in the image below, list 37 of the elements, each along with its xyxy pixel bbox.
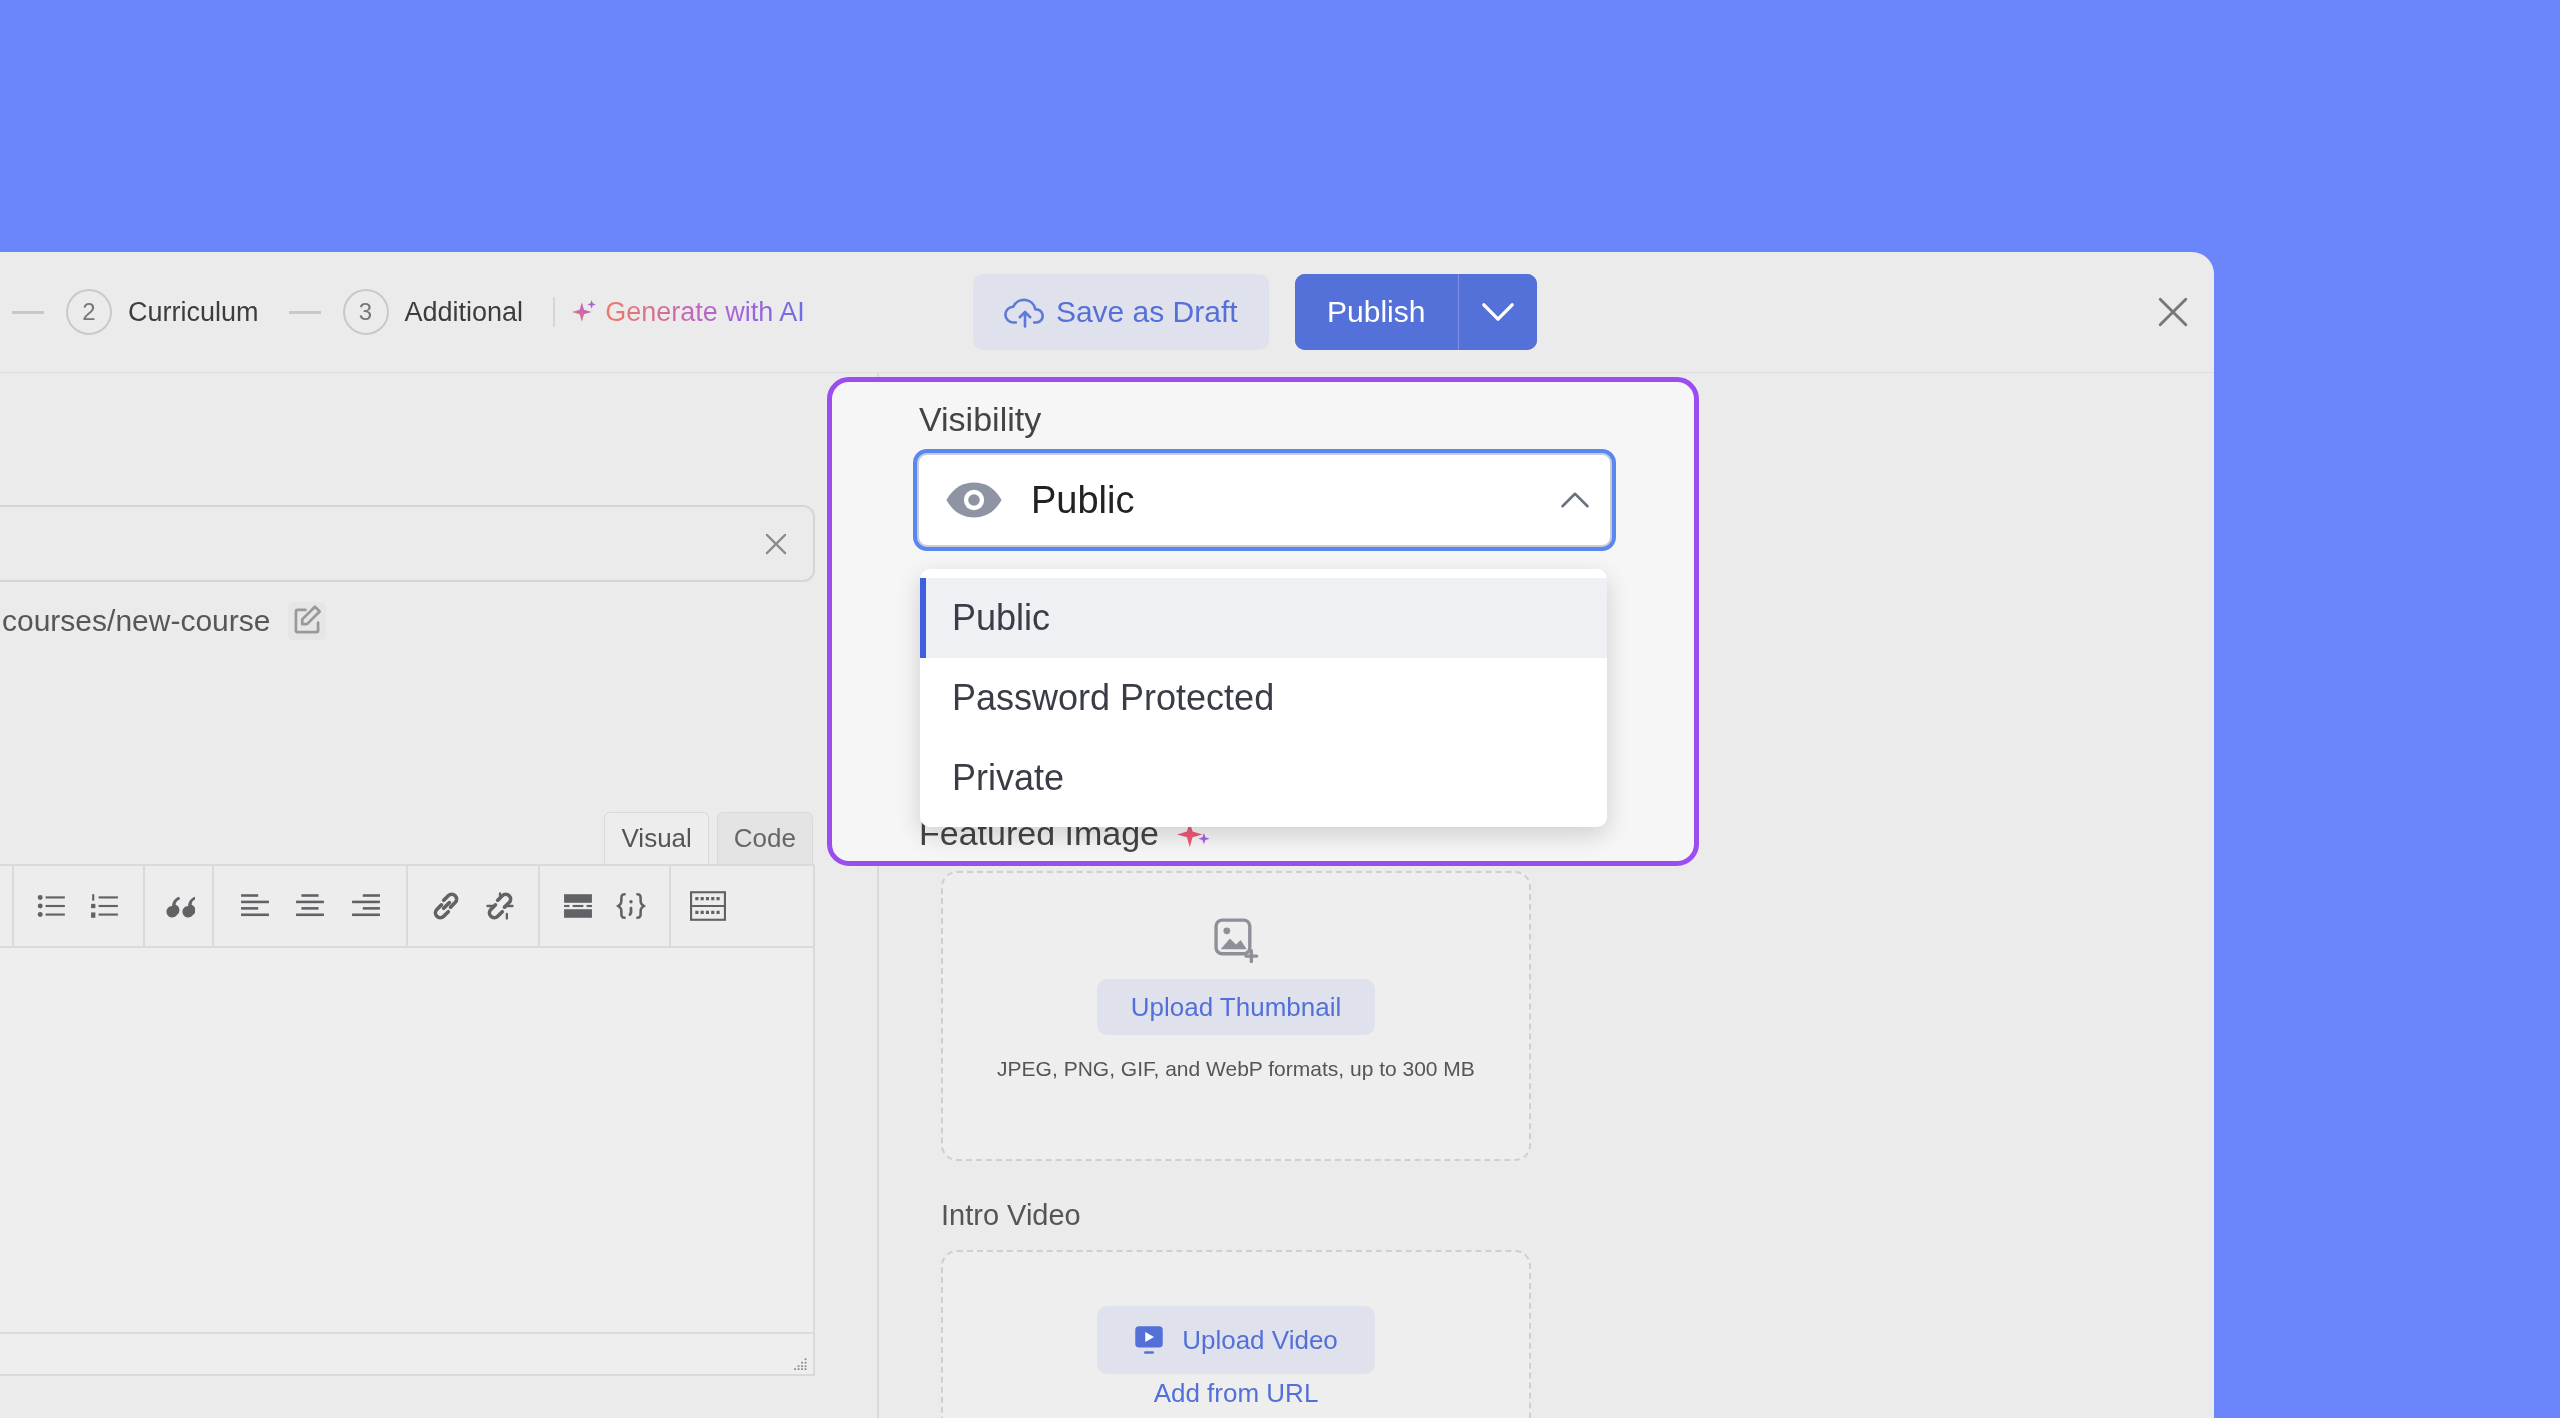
field-label: Intro Video <box>941 1199 1082 1232</box>
step-number: 3 <box>342 289 389 335</box>
chevron-up-icon <box>1560 491 1590 509</box>
field-label: Visibility <box>919 399 1043 440</box>
editor-tab[interactable]: Code <box>716 812 813 864</box>
align-left-icon[interactable] <box>239 893 270 919</box>
save-draft-button[interactable]: Save as Draft <box>972 274 1269 350</box>
close-icon[interactable] <box>2156 296 2189 328</box>
thumbnail-dropzone[interactable]: Upload Thumbnail JPEG, PNG, GIF, and WebP formats, up to 300 MB <box>941 871 1531 1161</box>
dropdown-option[interactable]: Public <box>920 578 1607 658</box>
step-label[interactable]: Curriculum <box>128 296 259 328</box>
format-hint: JPEG, PNG, GIF, and WebP formats, up to 300 MB <box>997 1057 1475 1081</box>
add-from-url-link[interactable]: Add from URL <box>1153 1378 1319 1409</box>
align-center-icon[interactable] <box>295 893 325 919</box>
bullet-list-icon[interactable] <box>37 893 67 919</box>
eye-icon <box>945 481 1003 519</box>
upload-thumbnail-button[interactable]: Upload Thumbnail <box>1097 979 1375 1035</box>
numbered-list-icon[interactable] <box>90 893 120 919</box>
video-icon <box>1134 1325 1165 1355</box>
chevron-down-icon <box>1480 302 1515 322</box>
dropdown-option[interactable]: Password Protected <box>920 658 1607 738</box>
unlink-icon[interactable] <box>484 890 516 922</box>
align-right-icon[interactable] <box>350 893 381 919</box>
dropdown-option[interactable]: Private <box>920 738 1607 818</box>
step-label[interactable]: Additional <box>404 296 524 328</box>
video-dropzone[interactable]: Upload Video Add from URL <box>941 1250 1531 1418</box>
resize-handle-icon[interactable] <box>793 1356 807 1370</box>
read-more-icon[interactable] <box>563 893 593 919</box>
code-braces-icon[interactable] <box>616 892 646 920</box>
image-add-icon <box>1213 917 1259 963</box>
keyboard-icon[interactable] <box>690 891 726 921</box>
step-number: 2 <box>66 289 112 335</box>
editor-tab[interactable]: Visual <box>604 812 709 864</box>
upload-video-button[interactable]: Upload Video <box>1097 1306 1375 1374</box>
title-field[interactable] <box>0 505 815 582</box>
course-url: courses/new-course <box>2 604 271 638</box>
publish-options-button[interactable] <box>1457 274 1537 350</box>
